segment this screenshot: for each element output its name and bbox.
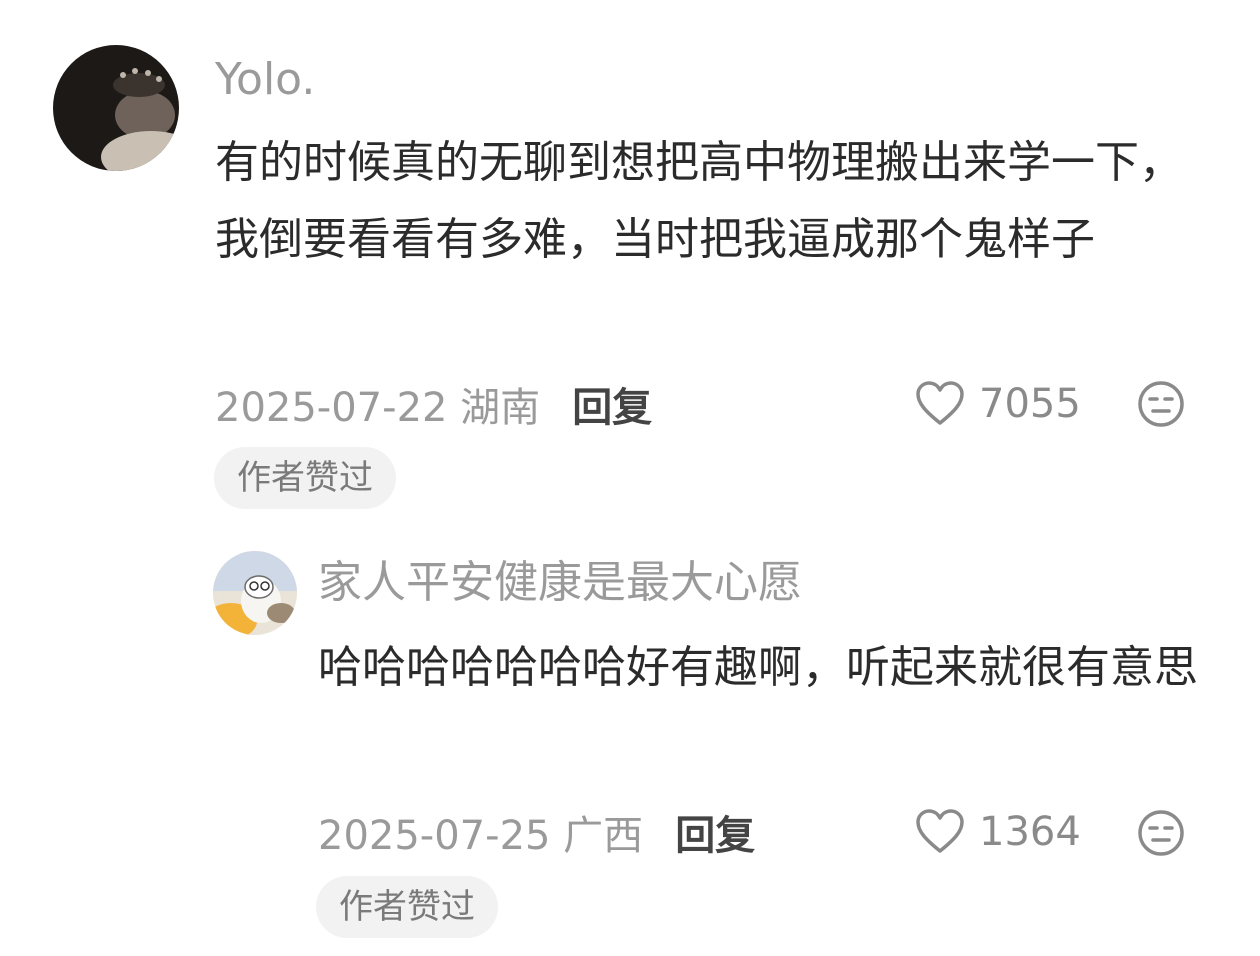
reply-button[interactable]: 回复 <box>572 375 652 433</box>
date-location: 2025-07-25 广西 <box>318 813 644 859</box>
like-button[interactable]: 7055 <box>915 378 1081 430</box>
avatar-image <box>53 45 179 171</box>
reply-item: 家人平安健康是最大心愿 哈哈哈哈哈哈哈好有趣啊，听起来就很有意思 2025-07… <box>0 520 1260 956</box>
comment-meta: 2025-07-22 湖南 回复 <box>215 375 652 433</box>
neutral-face-icon <box>1138 381 1184 427</box>
heart-outline-icon <box>916 809 964 853</box>
dislike-button[interactable] <box>1137 809 1185 857</box>
comment-meta: 2025-07-25 广西 回复 <box>318 803 755 861</box>
like-button[interactable]: 1364 <box>915 806 1081 858</box>
date-location: 2025-07-22 湖南 <box>215 385 541 431</box>
author-liked-badge: 作者赞过 <box>316 876 498 938</box>
like-count: 1364 <box>979 809 1081 855</box>
avatar[interactable] <box>53 45 179 171</box>
author-liked-badge: 作者赞过 <box>214 447 396 509</box>
comment-text: 哈哈哈哈哈哈哈好有趣啊，听起来就很有意思 <box>318 642 1198 693</box>
reply-button[interactable]: 回复 <box>675 803 755 861</box>
avatar[interactable] <box>213 551 297 635</box>
neutral-face-icon <box>1138 810 1184 856</box>
comment-item: Yolo. 有的时候真的无聊到想把高中物理搬出来学一下，我倒要看看有多难，当时把… <box>0 0 1260 520</box>
avatar-image <box>213 551 297 635</box>
heart-outline-icon <box>916 381 964 425</box>
dislike-button[interactable] <box>1137 380 1185 428</box>
like-count: 7055 <box>979 381 1081 427</box>
username[interactable]: 家人平安健康是最大心愿 <box>318 557 802 609</box>
comment-text: 有的时候真的无聊到想把高中物理搬出来学一下，我倒要看看有多难，当时把我逼成那个鬼… <box>215 137 1183 265</box>
username[interactable]: Yolo. <box>215 54 315 106</box>
